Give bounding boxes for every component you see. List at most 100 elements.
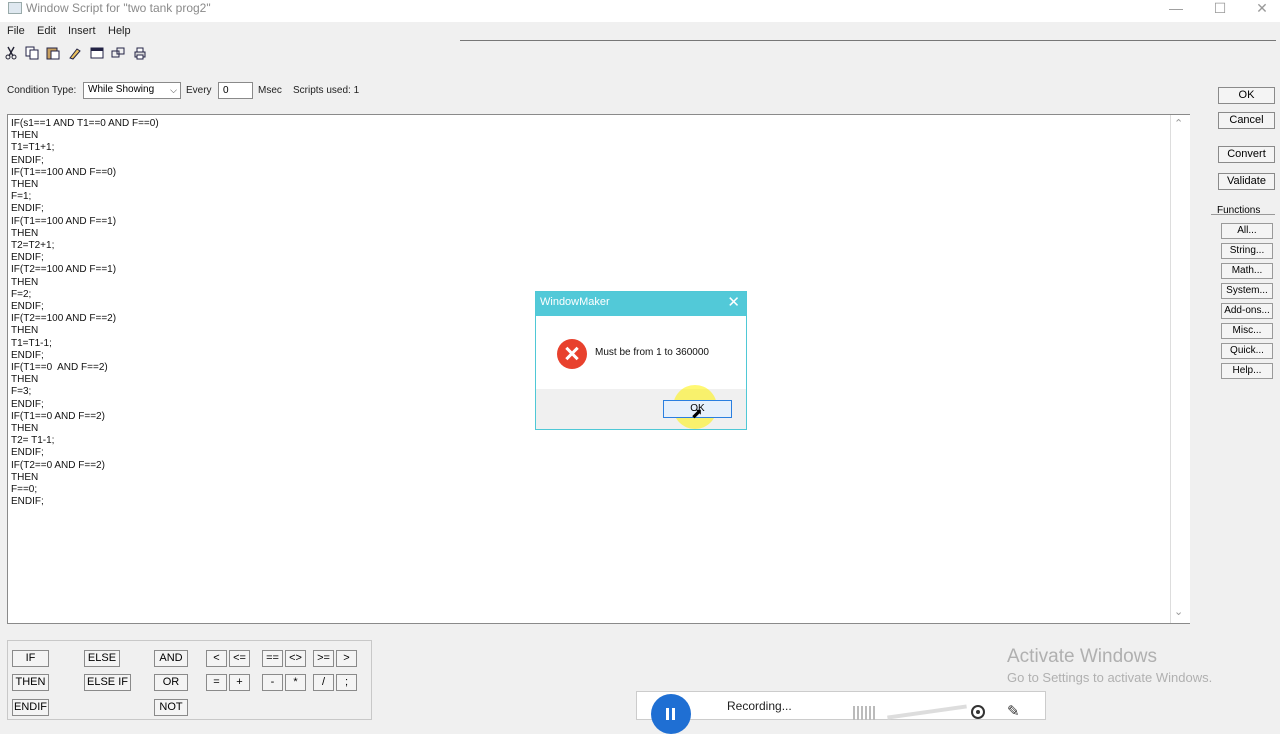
- code-line: THEN: [11, 325, 39, 337]
- error-dialog: WindowMaker ✕ Must be from 1 to 360000 O…: [535, 291, 747, 430]
- chevron-down-icon: ⌵: [170, 85, 177, 95]
- code-line: ENDIF;: [11, 398, 44, 410]
- op-le-button[interactable]: <=: [229, 650, 250, 667]
- every-input[interactable]: 0: [218, 82, 253, 99]
- paste-icon[interactable]: [46, 46, 60, 60]
- minimize-button[interactable]: —: [1154, 0, 1198, 18]
- function-system-button[interactable]: System...: [1221, 283, 1273, 299]
- op-ne-button[interactable]: <>: [285, 650, 306, 667]
- cancel-button[interactable]: Cancel: [1218, 112, 1275, 129]
- activate-windows-title: Activate Windows: [1007, 646, 1157, 667]
- function-misc-button[interactable]: Misc...: [1221, 323, 1273, 339]
- function-string-button[interactable]: String...: [1221, 243, 1273, 259]
- code-line: ENDIF;: [11, 349, 44, 361]
- op-plus-button[interactable]: +: [229, 674, 250, 691]
- condition-type-label: Condition Type:: [7, 85, 77, 96]
- copy-icon[interactable]: [25, 46, 39, 60]
- validate-button[interactable]: Validate: [1218, 173, 1275, 190]
- code-line: ENDIF;: [11, 203, 44, 215]
- code-line: IF(s1==1 AND T1==0 AND F==0): [11, 118, 159, 129]
- code-line: IF(T2==0 AND F==2): [11, 459, 105, 471]
- recorder-slider[interactable]: [887, 704, 967, 720]
- op-semicolon-button[interactable]: ;: [336, 674, 357, 691]
- menu-insert[interactable]: Insert: [68, 25, 96, 37]
- code-line: F=2;: [11, 288, 32, 300]
- link-icon[interactable]: [111, 46, 125, 60]
- close-window-button[interactable]: ✕: [1240, 0, 1280, 18]
- dialog-message: Must be from 1 to 360000: [595, 347, 709, 358]
- code-line: ENDIF;: [11, 252, 44, 264]
- function-addons-button[interactable]: Add-ons...: [1221, 303, 1273, 319]
- code-line: THEN: [11, 179, 39, 190]
- every-label: Every: [186, 85, 212, 96]
- code-line: T2=T2+1;: [11, 240, 55, 251]
- op-elseif-button[interactable]: ELSE IF: [84, 674, 131, 691]
- code-line: F=3;: [11, 386, 32, 398]
- recorder-bar: Recording... ✎: [636, 691, 1046, 734]
- op-assign-button[interactable]: =: [206, 674, 227, 691]
- functions-divider: [1211, 214, 1275, 215]
- code-line: THEN: [11, 227, 39, 239]
- menu-help[interactable]: Help: [108, 25, 131, 37]
- menu-file[interactable]: File: [7, 25, 25, 37]
- op-then-button[interactable]: THEN: [12, 674, 49, 691]
- code-line: T2= T1-1;: [11, 435, 55, 447]
- op-endif-button[interactable]: ENDIF: [12, 699, 49, 716]
- op-if-button[interactable]: IF: [12, 650, 49, 667]
- code-line: THEN: [11, 374, 39, 386]
- code-line: THEN: [11, 471, 39, 483]
- condition-type-select[interactable]: While Showing ⌵: [83, 82, 181, 99]
- code-line: IF(T2==100 AND F==1): [11, 264, 117, 276]
- every-value: 0: [223, 85, 229, 96]
- op-or-button[interactable]: OR: [154, 674, 188, 691]
- code-line: IF(T2==100 AND F==2): [11, 313, 117, 325]
- cut-icon[interactable]: [4, 46, 18, 60]
- op-else-button[interactable]: ELSE: [84, 650, 120, 667]
- print-icon[interactable]: [133, 46, 147, 60]
- dialog-title-bar: WindowMaker ✕: [536, 292, 746, 316]
- webcam-icon[interactable]: [971, 705, 985, 719]
- editor-scrollbar[interactable]: ⌃ ⌄: [1170, 115, 1190, 623]
- code-line: T1=T1+1;: [11, 142, 55, 154]
- recording-status: Recording...: [727, 699, 792, 713]
- window-icon[interactable]: [90, 46, 104, 60]
- scroll-up-icon[interactable]: ⌃: [1174, 117, 1183, 130]
- activate-windows-subtitle: Go to Settings to activate Windows.: [1007, 670, 1213, 685]
- scroll-down-icon[interactable]: ⌄: [1174, 605, 1183, 618]
- title-bar: Window Script for "two tank prog2" — ☐ ✕: [0, 0, 1280, 22]
- code-line: F==0;: [11, 484, 38, 495]
- code-line: THEN: [11, 130, 39, 142]
- op-and-button[interactable]: AND: [154, 650, 188, 667]
- function-quick-button[interactable]: Quick...: [1221, 343, 1273, 359]
- code-line: THEN: [11, 276, 39, 288]
- dialog-close-icon[interactable]: ✕: [727, 293, 740, 311]
- op-times-button[interactable]: *: [285, 674, 306, 691]
- op-minus-button[interactable]: -: [262, 674, 283, 691]
- dialog-title: WindowMaker: [540, 296, 610, 308]
- maximize-button[interactable]: ☐: [1198, 0, 1242, 18]
- code-line: IF(T1==0 AND F==2): [11, 410, 105, 422]
- scripts-used-label: Scripts used: 1: [293, 85, 360, 96]
- code-line: IF(T1==0 AND F==2): [11, 362, 108, 373]
- op-eq-button[interactable]: ==: [262, 650, 283, 667]
- function-help-button[interactable]: Help...: [1221, 363, 1273, 379]
- code-line: IF(T1==100 AND F==1): [11, 215, 117, 227]
- convert-button[interactable]: Convert: [1218, 146, 1275, 163]
- ok-button[interactable]: OK: [1218, 87, 1275, 104]
- pause-icon[interactable]: [651, 694, 691, 734]
- op-divide-button[interactable]: /: [313, 674, 334, 691]
- find-icon[interactable]: [68, 46, 82, 60]
- function-math-button[interactable]: Math...: [1221, 263, 1273, 279]
- pen-icon[interactable]: ✎: [1007, 702, 1020, 720]
- function-all-button[interactable]: All...: [1221, 223, 1273, 239]
- code-line: ENDIF;: [11, 447, 44, 459]
- window-title: Window Script for "two tank prog2": [26, 1, 211, 15]
- audio-level-icon: [853, 706, 875, 720]
- code-line: IF(T1==100 AND F==0): [11, 166, 117, 178]
- op-gt-button[interactable]: >: [336, 650, 357, 667]
- op-lt-button[interactable]: <: [206, 650, 227, 667]
- op-not-button[interactable]: NOT: [154, 699, 188, 716]
- menu-edit[interactable]: Edit: [37, 25, 56, 37]
- op-ge-button[interactable]: >=: [313, 650, 334, 667]
- app-icon: [8, 2, 22, 14]
